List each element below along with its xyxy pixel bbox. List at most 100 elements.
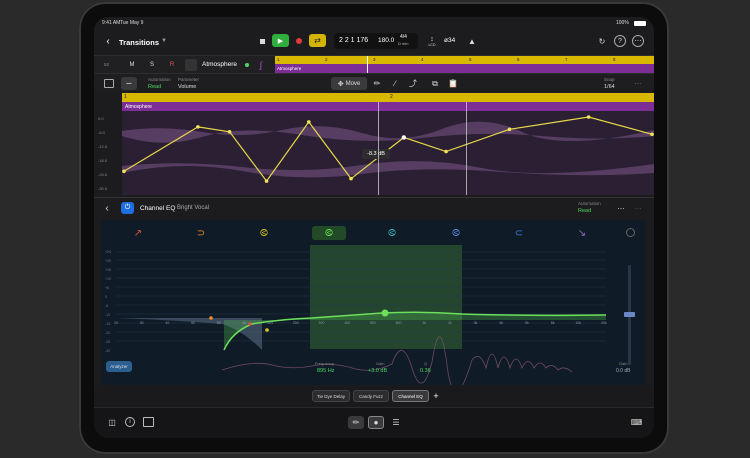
pencil-tool-icon[interactable]: ✏ [371, 78, 383, 89]
automation-point[interactable] [349, 176, 353, 181]
help-icon[interactable]: ? [614, 35, 626, 47]
q-value[interactable]: 0.36 [420, 368, 431, 374]
snap-value[interactable]: 1/64 [604, 84, 615, 90]
editor-ruler[interactable]: 1 2 [122, 93, 654, 102]
channel-eq-display[interactable]: ↗ ⊃ ⧀ ⧀ ⧀ ⧀ ⊂ ↘ +24 +20 +15 +10 +5 0 -5 … [102, 220, 646, 385]
level-label-5: -24.0 [98, 172, 108, 177]
eq-frequency-label: 4k [499, 321, 503, 325]
battery-icon [634, 21, 646, 26]
move-tool-button[interactable]: ✥ Move [331, 77, 367, 90]
inspector-icon[interactable]: i [125, 417, 135, 427]
frequency-value[interactable]: 895 Hz [317, 368, 334, 374]
plugin-name[interactable]: Channel EQ [140, 205, 175, 212]
band-mid-1-icon[interactable]: ⧀ [312, 226, 346, 240]
record-button[interactable] [292, 35, 306, 47]
browser-icon[interactable] [143, 417, 154, 427]
copy-icon[interactable]: ⧉ [429, 78, 441, 89]
tempo-value: 180.0 [378, 37, 395, 44]
plugin-slot-2[interactable]: Candy Fuzz [353, 390, 389, 402]
band-handle-mid-1[interactable] [381, 309, 389, 317]
bottom-toolbar: ◫ i ✏ ● ☰ ⌨ [94, 407, 654, 438]
automation-point[interactable] [507, 127, 512, 132]
output-gain-slider-thumb[interactable] [624, 312, 635, 317]
band-low-mid-icon[interactable]: ⧀ [254, 227, 274, 239]
automation-point[interactable] [122, 169, 126, 174]
paste-icon[interactable]: 📋 [447, 78, 459, 89]
plugin-expand-icon[interactable]: ⋯ [632, 204, 644, 214]
smart-control-icon[interactable]: ∫ [254, 59, 268, 71]
analyzer-button[interactable]: Analyzer [106, 361, 132, 372]
automation-point[interactable] [401, 135, 407, 140]
curve-tool-icon[interactable]: ⤴ [407, 78, 419, 89]
track-name[interactable]: Atmosphere [202, 61, 237, 68]
arrangement-region-name: Atmosphere [277, 66, 302, 71]
automation-point[interactable] [444, 149, 448, 154]
arrangement-ruler[interactable]: 1 2 3 4 5 6 7 8 [275, 56, 654, 64]
history-icon[interactable]: ↻ [596, 35, 608, 47]
view-toggle-icon[interactable] [104, 79, 114, 88]
eq-frequency-label: 2k [448, 321, 452, 325]
mute-button[interactable]: M [126, 59, 138, 70]
band-handle-low-shelf[interactable] [209, 316, 213, 320]
band-high-cut-icon[interactable]: ↗ [128, 227, 148, 239]
count-in-value[interactable]: ø34 [444, 37, 455, 44]
eq-settings-icon[interactable] [626, 228, 635, 237]
keyboard-icon[interactable]: ⌨ [630, 417, 643, 427]
band-low-shelf-icon[interactable]: ⊃ [191, 227, 211, 239]
gain-value[interactable]: +3.0 dB [368, 368, 387, 374]
metronome-icon[interactable]: ▲ [466, 35, 478, 47]
mixer-icon[interactable]: ☰ [388, 416, 404, 429]
band-mid-2-icon[interactable]: ⧀ [382, 227, 402, 239]
automation-point[interactable] [586, 115, 591, 119]
ruler-bar-7: 7 [565, 57, 568, 62]
automation-level-scale: 0.0 -6.0 -12.0 -18.0 -24.0 -30.0 [94, 93, 122, 195]
record-enable-button[interactable]: R [166, 59, 178, 70]
cycle-button[interactable]: ⇄ [309, 34, 326, 47]
automation-point[interactable] [264, 179, 269, 183]
eq-graph[interactable]: +24 +20 +15 +10 +5 0 -5 -10 -15 -20 -25 -30 20 30 40 5… [102, 240, 646, 385]
library-icon[interactable]: ◫ [106, 417, 118, 427]
value-tooltip: -8.3 dB [362, 149, 390, 159]
lcd-display[interactable]: 2 2 1 176 180.0 4/4 D min [334, 33, 418, 49]
plugin-more-icon[interactable]: ⋯ [616, 204, 626, 214]
project-options-icon[interactable]: ▼ [160, 37, 168, 45]
power-button[interactable]: ⏻ [121, 202, 134, 214]
parameter-value[interactable]: Volume [178, 84, 196, 90]
solo-button[interactable]: S [146, 59, 158, 70]
plugin-back-icon[interactable]: ‹ [102, 203, 112, 214]
automation-point[interactable] [196, 125, 200, 129]
plugin-slot-3[interactable]: Channel EQ [392, 390, 429, 402]
plugin-automation-value[interactable]: Read [578, 208, 591, 214]
lcd-mode-button[interactable]: ↕ LCD [426, 34, 438, 48]
editors-icon[interactable]: ✏ [348, 416, 364, 429]
automation-point[interactable] [227, 130, 232, 134]
band-high-shelf-icon[interactable]: ⊂ [509, 227, 529, 239]
editor-region-header[interactable]: Atmosphere [122, 102, 654, 111]
preset-name[interactable]: Bright Vocal [177, 205, 209, 211]
eq-frequency-label: 30 [140, 321, 144, 325]
add-plugin-button[interactable]: + [431, 390, 441, 402]
band-high-mid-icon[interactable]: ⧀ [446, 227, 466, 239]
band-handle-high-cut[interactable] [248, 322, 252, 326]
automation-editor[interactable]: 1 2 Atmosphere -8.3 dB [122, 93, 654, 195]
band-high-pass-icon[interactable]: ↘ [572, 227, 592, 239]
eq-db-label: +24 [105, 250, 111, 254]
back-icon[interactable]: ‹ [102, 35, 114, 47]
toolbar-more-icon[interactable]: ⋯ [632, 78, 644, 89]
stop-button[interactable] [255, 35, 269, 47]
automation-point[interactable] [650, 132, 654, 137]
plugin-slot-1[interactable]: Tie Dye Delay [312, 390, 350, 402]
output-gain-value[interactable]: 0.0 dB [616, 368, 630, 374]
automation-point[interactable] [307, 120, 311, 124]
eq-db-label: -5 [105, 304, 108, 308]
smart-controls-icon[interactable]: ● [368, 416, 384, 429]
more-options-icon[interactable]: ⋯ [632, 35, 644, 47]
band-handle-low-mid[interactable] [265, 328, 269, 332]
automation-curve-icon[interactable]: ∽ [121, 77, 137, 90]
automation-mode-value[interactable]: Read [148, 84, 161, 90]
level-label-6: -30.0 [98, 186, 108, 191]
play-button[interactable]: ▶ [272, 34, 289, 47]
eq-frequency-label: 10k [575, 321, 581, 325]
project-title[interactable]: Transitions [119, 38, 159, 47]
brush-tool-icon[interactable]: ∕ [389, 78, 401, 89]
